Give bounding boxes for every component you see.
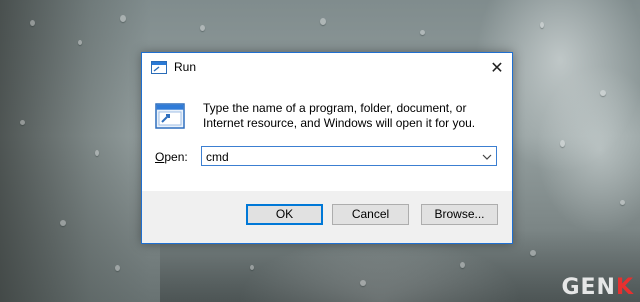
rain-drop	[78, 40, 82, 45]
run-large-icon	[155, 103, 185, 130]
dialog-description: Type the name of a program, folder, docu…	[203, 101, 476, 130]
rain-drop	[120, 15, 126, 22]
browse-button[interactable]: Browse...	[421, 204, 498, 225]
cancel-button[interactable]: Cancel	[332, 204, 409, 225]
window-title: Run	[174, 60, 197, 74]
rain-drop	[20, 120, 25, 125]
rain-drop	[360, 280, 366, 286]
open-label-accelerator: O	[155, 150, 165, 164]
close-button[interactable]: ✕	[482, 53, 512, 82]
rain-drop	[560, 140, 565, 147]
rain-drop	[460, 262, 465, 268]
rain-drop	[320, 18, 326, 25]
run-dialog: Run ✕ Type the name of a program, folder…	[141, 52, 513, 244]
genk-watermark-logo: GENK	[561, 275, 634, 300]
rain-drop	[250, 265, 254, 270]
rain-drop	[530, 250, 536, 256]
rain-drop	[200, 25, 205, 31]
watermark-suffix: K	[615, 275, 634, 300]
open-label: Open:	[155, 150, 188, 164]
rain-drop	[620, 200, 625, 205]
watermark-prefix: GEN	[561, 275, 616, 300]
open-label-text: pen:	[164, 150, 188, 164]
rain-drop	[60, 220, 66, 226]
rain-drop	[30, 20, 35, 26]
rain-drop	[420, 30, 425, 35]
open-combobox[interactable]: cmd	[201, 146, 497, 166]
chevron-down-icon[interactable]	[481, 150, 493, 162]
rain-drop	[600, 90, 606, 96]
rain-drop	[115, 265, 120, 271]
title-bar[interactable]: Run ✕	[142, 53, 512, 82]
close-icon: ✕	[490, 59, 504, 77]
rain-drop	[540, 22, 544, 28]
wallpaper-trees	[0, 0, 150, 302]
open-input[interactable]: cmd	[206, 150, 229, 164]
run-icon	[151, 61, 167, 74]
rain-drop	[95, 150, 99, 156]
ok-button[interactable]: OK	[246, 204, 323, 225]
